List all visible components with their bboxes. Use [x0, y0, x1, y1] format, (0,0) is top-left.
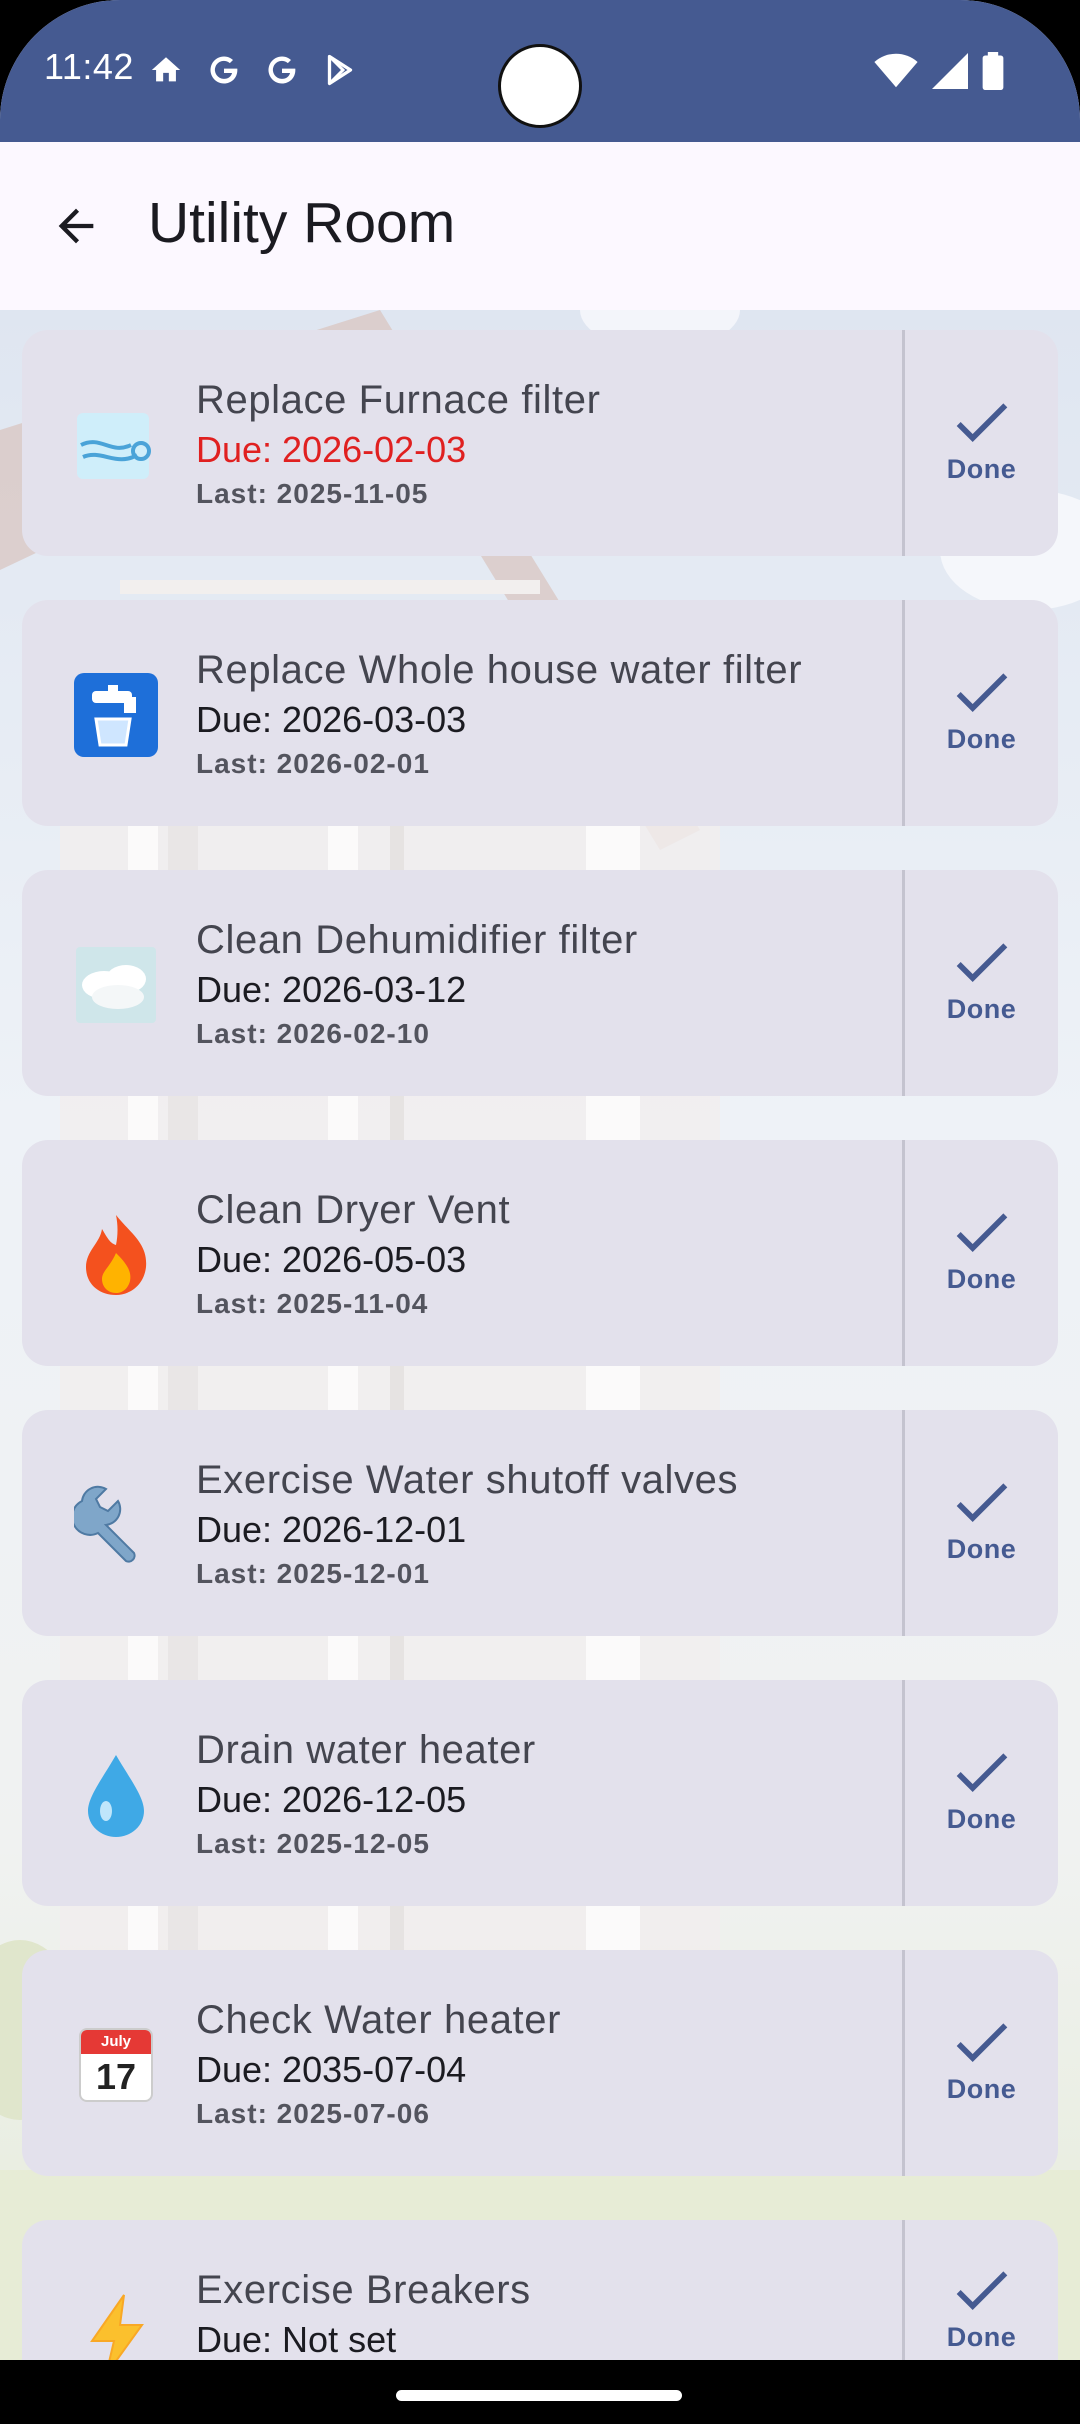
task-card[interactable]: Exercise Breakers Due: Not set Done — [22, 2220, 1058, 2360]
task-title: Replace Whole house water filter — [196, 648, 803, 692]
task-card[interactable]: Drain water heater Due: 2026-12-05 Last:… — [22, 1680, 1058, 1906]
task-due-date: Due: 2026-03-12 — [196, 969, 467, 1010]
wifi-icon — [874, 53, 918, 93]
done-button[interactable]: Done — [905, 1410, 1058, 1636]
signal-icon — [932, 53, 968, 93]
google-icon — [204, 50, 244, 90]
done-button[interactable]: Done — [905, 330, 1058, 556]
task-title: Exercise Breakers — [196, 2268, 531, 2312]
done-button[interactable]: Done — [905, 2220, 1058, 2360]
home-gesture-handle[interactable] — [396, 2390, 682, 2401]
done-label: Done — [946, 2073, 1017, 2104]
wind-icon — [66, 400, 166, 490]
done-label: Done — [946, 453, 1017, 484]
status-bar: 11:42 — [0, 0, 1080, 142]
home-icon — [146, 50, 186, 90]
google-icon — [262, 50, 302, 90]
task-due-date: Due: Not set — [196, 2319, 397, 2360]
task-title: Exercise Water shutoff valves — [196, 1458, 739, 1502]
task-list[interactable]: Replace Furnace filter Due: 2026-02-03 L… — [0, 310, 1080, 2360]
task-last-date: Last: 2025-11-04 — [196, 1288, 429, 1319]
play-store-icon — [320, 50, 360, 90]
done-label: Done — [946, 2322, 1017, 2352]
fire-icon — [66, 1210, 166, 1300]
calendar-month: July — [81, 2030, 151, 2054]
done-button[interactable]: Done — [905, 1950, 1058, 2176]
task-title: Drain water heater — [196, 1728, 536, 1772]
task-card[interactable]: Exercise Water shutoff valves Due: 2026-… — [22, 1410, 1058, 1636]
done-label: Done — [946, 723, 1017, 754]
task-last-date: Last: 2025-11-05 — [196, 478, 429, 509]
lightning-icon — [66, 2290, 166, 2360]
check-icon — [956, 672, 1007, 712]
task-card[interactable]: Clean Dehumidifier filter Due: 2026-03-1… — [22, 870, 1058, 1096]
task-title: Check Water heater — [196, 1998, 562, 2042]
notification-icons — [146, 50, 360, 90]
task-due-date: Due: 2035-07-04 — [196, 2049, 467, 2090]
done-button[interactable]: Done — [905, 1680, 1058, 1906]
camera-cutout — [498, 44, 582, 128]
calendar-day: 17 — [95, 2056, 137, 2097]
check-icon — [956, 402, 1007, 442]
arrow-back-icon — [58, 208, 94, 244]
check-icon — [956, 2022, 1007, 2062]
task-last-date: Last: 2026-02-01 — [196, 748, 430, 779]
done-button[interactable]: Done — [905, 1140, 1058, 1366]
task-card[interactable]: July 17 Check Water heater Due: 2035-07-… — [22, 1950, 1058, 2176]
app-bar: Utility Room — [0, 142, 1080, 310]
cloud-icon — [66, 940, 166, 1030]
wrench-icon — [66, 1480, 166, 1570]
status-time: 11:42 — [44, 46, 134, 87]
task-last-date: Last: 2025-07-06 — [196, 2098, 430, 2129]
task-title: Replace Furnace filter — [196, 378, 601, 422]
battery-icon — [982, 52, 1004, 94]
check-icon — [956, 1482, 1007, 1522]
task-due-date: Due: 2026-12-05 — [196, 1779, 467, 1820]
done-label: Done — [946, 1263, 1017, 1294]
task-title: Clean Dryer Vent — [196, 1188, 511, 1232]
done-label: Done — [946, 1803, 1017, 1834]
task-due-date: Due: 2026-12-01 — [196, 1509, 467, 1550]
task-card[interactable]: Clean Dryer Vent Due: 2026-05-03 Last: 2… — [22, 1140, 1058, 1366]
task-last-date: Last: 2025-12-01 — [196, 1558, 430, 1589]
page-title: Utility Room — [148, 191, 456, 255]
task-last-date: Last: 2026-02-10 — [196, 1018, 430, 1049]
done-label: Done — [946, 1533, 1017, 1564]
phone-screen: 11:42 Utility Room Replace Furnace filte… — [0, 0, 1080, 2424]
check-icon — [956, 1752, 1007, 1792]
task-due-date: Due: 2026-05-03 — [196, 1239, 467, 1280]
back-button[interactable] — [40, 190, 112, 262]
calendar-icon: July 17 — [66, 2020, 166, 2110]
check-icon — [956, 2271, 1007, 2310]
task-due-date: Due: 2026-02-03 — [196, 429, 467, 470]
task-last-date: Last: 2025-12-05 — [196, 1828, 430, 1859]
task-due-date: Due: 2026-03-03 — [196, 699, 467, 740]
task-title: Clean Dehumidifier filter — [196, 918, 638, 962]
task-card[interactable]: Replace Whole house water filter Due: 20… — [22, 600, 1058, 826]
done-button[interactable]: Done — [905, 600, 1058, 826]
system-icons — [874, 52, 1004, 94]
droplet-icon — [66, 1750, 166, 1840]
navigation-bar — [0, 2360, 1080, 2424]
task-card[interactable]: Replace Furnace filter Due: 2026-02-03 L… — [22, 330, 1058, 556]
done-button[interactable]: Done — [905, 870, 1058, 1096]
check-icon — [956, 1212, 1007, 1252]
check-icon — [956, 942, 1007, 982]
faucet-icon — [66, 670, 166, 760]
done-label: Done — [946, 993, 1017, 1024]
